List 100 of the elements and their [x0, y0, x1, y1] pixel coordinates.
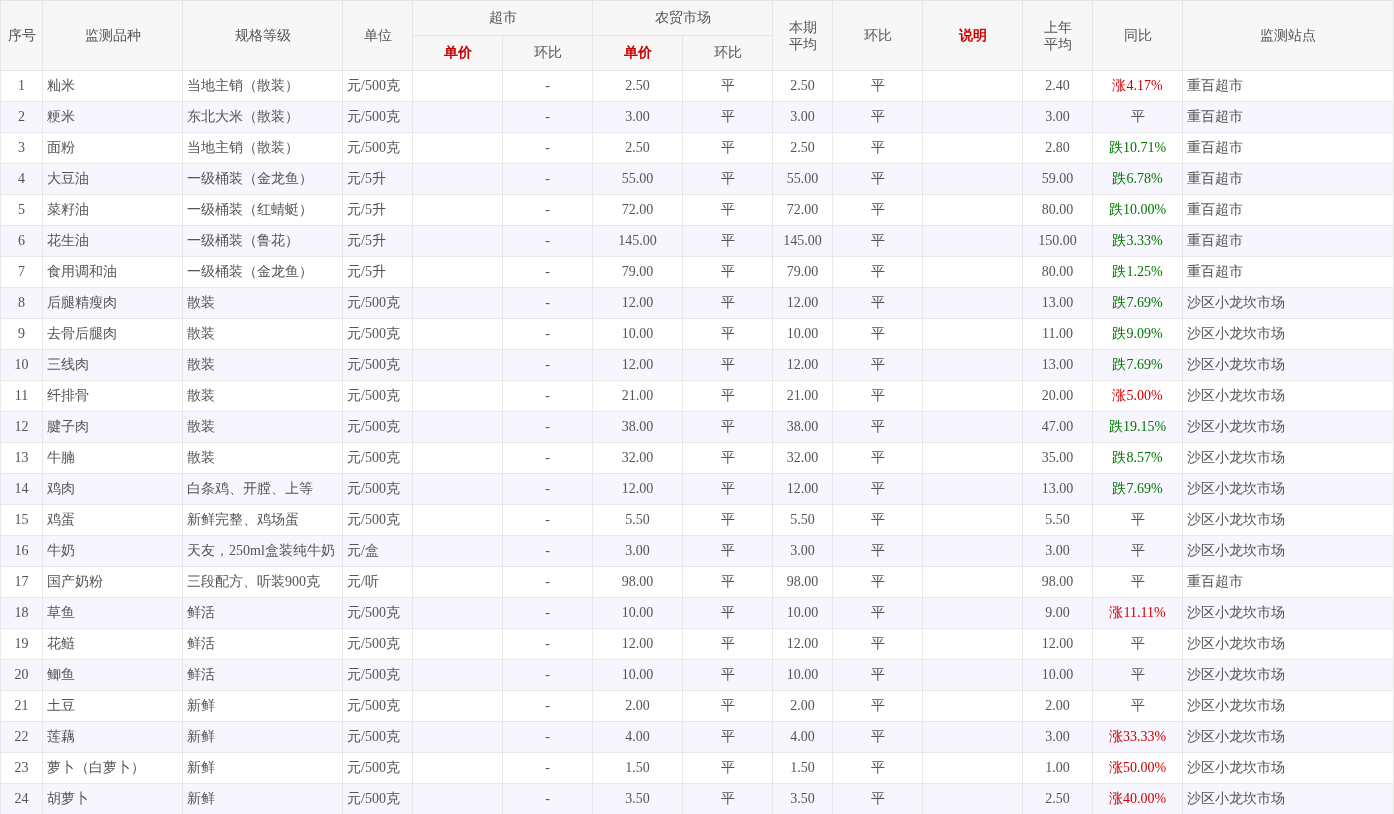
column-header: 规格等级 — [182, 0, 343, 71]
table-cell: 牛奶 — [42, 535, 183, 567]
column-header: 上年平均 — [1022, 0, 1093, 71]
table-cell: 38.00 — [772, 411, 833, 443]
table-cell: 平 — [1092, 101, 1183, 133]
table-cell: 涨50.00% — [1092, 752, 1183, 784]
column-header: 监测站点 — [1182, 0, 1394, 71]
table-cell: 跌6.78% — [1092, 163, 1183, 195]
table-cell: 三线肉 — [42, 349, 183, 381]
table-cell: 2.00 — [1022, 690, 1093, 722]
table-cell: 沙区小龙坎市场 — [1182, 411, 1394, 443]
table-cell: - — [502, 380, 593, 412]
table-cell: 6 — [0, 225, 43, 257]
table-cell: 散装 — [182, 349, 343, 381]
table-cell: 平 — [682, 442, 773, 474]
table-cell: 平 — [682, 194, 773, 226]
table-cell: 10.00 — [1022, 659, 1093, 691]
table-cell: 菜籽油 — [42, 194, 183, 226]
table-cell: 鲫鱼 — [42, 659, 183, 691]
table-cell: 2 — [0, 101, 43, 133]
table-cell: 21.00 — [592, 380, 683, 412]
table-cell: 涨33.33% — [1092, 721, 1183, 753]
table-cell: 平 — [832, 349, 923, 381]
table-cell: 2.50 — [592, 132, 683, 164]
table-cell: 籼米 — [42, 70, 183, 102]
table-cell: 跌9.09% — [1092, 318, 1183, 350]
table-cell: 5.50 — [1022, 504, 1093, 536]
table-cell: 元/5升 — [342, 256, 413, 288]
table-cell: 12.00 — [592, 628, 683, 660]
table-cell: 2.80 — [1022, 132, 1093, 164]
table-cell: 4 — [0, 163, 43, 195]
table-cell: 元/盒 — [342, 535, 413, 567]
table-cell: 莲藕 — [42, 721, 183, 753]
table-cell: 3.00 — [772, 535, 833, 567]
table-cell: 元/500克 — [342, 597, 413, 629]
table-cell: 1.50 — [592, 752, 683, 784]
table-cell: 东北大米（散装） — [182, 101, 343, 133]
table-cell: 2.40 — [1022, 70, 1093, 102]
table-cell: 13.00 — [1022, 287, 1093, 319]
table-cell: 沙区小龙坎市场 — [1182, 318, 1394, 350]
table-cell: 24 — [0, 783, 43, 814]
table-cell: - — [502, 318, 593, 350]
table-cell: 4.00 — [592, 721, 683, 753]
table-cell: 79.00 — [592, 256, 683, 288]
table-cell: - — [502, 287, 593, 319]
table-cell: 平 — [682, 690, 773, 722]
table-cell: 食用调和油 — [42, 256, 183, 288]
table-cell: 平 — [1092, 659, 1183, 691]
table-cell: 新鲜完整、鸡场蛋 — [182, 504, 343, 536]
table-cell: 平 — [682, 101, 773, 133]
table-cell: 55.00 — [772, 163, 833, 195]
table-cell: 10.00 — [772, 659, 833, 691]
table-cell: 平 — [832, 752, 923, 784]
table-cell: 平 — [832, 101, 923, 133]
table-cell: 当地主销（散装） — [182, 70, 343, 102]
table-cell: 98.00 — [772, 566, 833, 598]
table-cell: 当地主销（散装） — [182, 132, 343, 164]
table-cell: 平 — [832, 535, 923, 567]
table-cell: 17 — [0, 566, 43, 598]
table-cell: 平 — [832, 411, 923, 443]
table-cell: 元/500克 — [342, 752, 413, 784]
table-cell: 8 — [0, 287, 43, 319]
table-cell: 13 — [0, 442, 43, 474]
column-header: 单价 — [412, 35, 503, 71]
table-cell: 10.00 — [772, 597, 833, 629]
table-cell: 1.00 — [1022, 752, 1093, 784]
table-cell: 79.00 — [772, 256, 833, 288]
table-cell: 13.00 — [1022, 473, 1093, 505]
table-cell: 沙区小龙坎市场 — [1182, 628, 1394, 660]
column-header: 超市 — [412, 0, 593, 36]
table-cell: 平 — [682, 752, 773, 784]
table-cell: 跌3.33% — [1092, 225, 1183, 257]
table-cell: 20 — [0, 659, 43, 691]
table-cell: 白条鸡、开膛、上等 — [182, 473, 343, 505]
table-cell: 面粉 — [42, 132, 183, 164]
table-cell: 元/500克 — [342, 380, 413, 412]
table-cell: 2.50 — [772, 132, 833, 164]
table-cell: 沙区小龙坎市场 — [1182, 535, 1394, 567]
table-cell: - — [502, 721, 593, 753]
table-cell: 鲜活 — [182, 597, 343, 629]
table-cell: 平 — [832, 628, 923, 660]
table-cell: 沙区小龙坎市场 — [1182, 721, 1394, 753]
table-cell: 38.00 — [592, 411, 683, 443]
table-cell: 鸡肉 — [42, 473, 183, 505]
table-cell: 元/5升 — [342, 163, 413, 195]
table-cell: 沙区小龙坎市场 — [1182, 473, 1394, 505]
column-header: 同比 — [1092, 0, 1183, 71]
table-cell: 平 — [832, 473, 923, 505]
table-cell: 98.00 — [1022, 566, 1093, 598]
table-cell: 元/500克 — [342, 287, 413, 319]
table-cell: 20.00 — [1022, 380, 1093, 412]
table-cell: - — [502, 194, 593, 226]
table-cell: 元/5升 — [342, 194, 413, 226]
table-cell: 后腿精瘦肉 — [42, 287, 183, 319]
table-cell: 80.00 — [1022, 194, 1093, 226]
table-cell: 12.00 — [1022, 628, 1093, 660]
table-cell: 3.00 — [592, 535, 683, 567]
table-cell: 150.00 — [1022, 225, 1093, 257]
table-cell: 腱子肉 — [42, 411, 183, 443]
table-cell: 散装 — [182, 318, 343, 350]
